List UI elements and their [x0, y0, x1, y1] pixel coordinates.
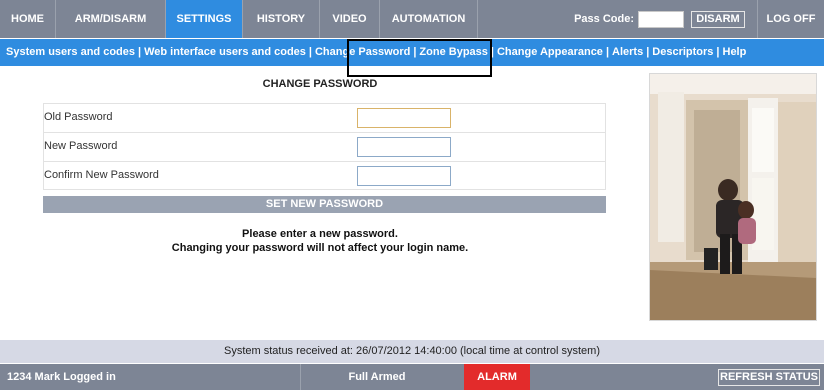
confirm-password-input[interactable] [357, 166, 451, 186]
subnav-item-descriptors[interactable]: Descriptors [652, 46, 713, 58]
subnav-item-help[interactable]: Help [723, 46, 747, 58]
bottom-bar-gap [452, 364, 464, 390]
new-password-label: New Password [44, 140, 118, 152]
info-message: Changing your password will not affect y… [171, 242, 469, 254]
tab-video[interactable]: VIDEO [320, 0, 380, 38]
pass-code-label: Pass Code: [574, 13, 634, 25]
subnav-item-web-interface-users[interactable]: Web interface users and codes [144, 46, 306, 58]
tab-automation[interactable]: AUTOMATION [380, 0, 478, 38]
subnav-item-change-appearance[interactable]: Change Appearance [497, 46, 603, 58]
subnav-separator: | [716, 46, 720, 58]
new-password-input[interactable] [357, 137, 451, 157]
logged-in-user: 1234 Mark Logged in [7, 371, 116, 383]
tab-arm-disarm[interactable]: ARM/DISARM [56, 0, 166, 38]
old-password-label: Old Password [44, 111, 113, 123]
subnav-item-alerts[interactable]: Alerts [612, 46, 643, 58]
subnav-separator: | [605, 46, 610, 58]
form-row-new-password: New Password [43, 132, 606, 161]
subnav-item-system-users[interactable]: System users and codes [6, 46, 135, 58]
tab-home[interactable]: HOME [0, 0, 56, 38]
subnav-separator: | [138, 46, 142, 58]
old-password-input[interactable] [357, 108, 451, 128]
refresh-status-button[interactable]: REFRESH STATUS [718, 369, 820, 386]
system-status-bar: System status received at: 26/07/2012 14… [0, 340, 824, 363]
subnav-separator: | [646, 46, 650, 58]
set-new-password-button[interactable]: SET NEW PASSWORD [43, 196, 606, 213]
top-nav: HOME ARM/DISARM SETTINGS HISTORY VIDEO A… [0, 0, 824, 38]
alarm-indicator: ALARM [464, 364, 530, 390]
confirm-password-label: Confirm New Password [44, 169, 159, 181]
arm-state-badge: Full Armed [300, 364, 453, 390]
subnav-separator: | [308, 46, 312, 58]
family-doorway-photo [649, 73, 817, 321]
tab-settings[interactable]: SETTINGS [166, 0, 243, 38]
bottom-bar: 1234 Mark Logged in Full Armed ALARM REF… [0, 364, 824, 390]
page-title: CHANGE PASSWORD [262, 78, 378, 90]
form-row-old-password: Old Password [43, 103, 606, 132]
form-row-confirm-password: Confirm New Password [43, 161, 606, 190]
tab-history[interactable]: HISTORY [243, 0, 320, 38]
pass-code-input[interactable] [638, 11, 684, 28]
instruction-message: Please enter a new password. [242, 228, 398, 240]
log-off-button[interactable]: LOG OFF [757, 0, 824, 38]
highlight-annotation-box [347, 39, 492, 77]
disarm-button[interactable]: DISARM [691, 11, 745, 28]
